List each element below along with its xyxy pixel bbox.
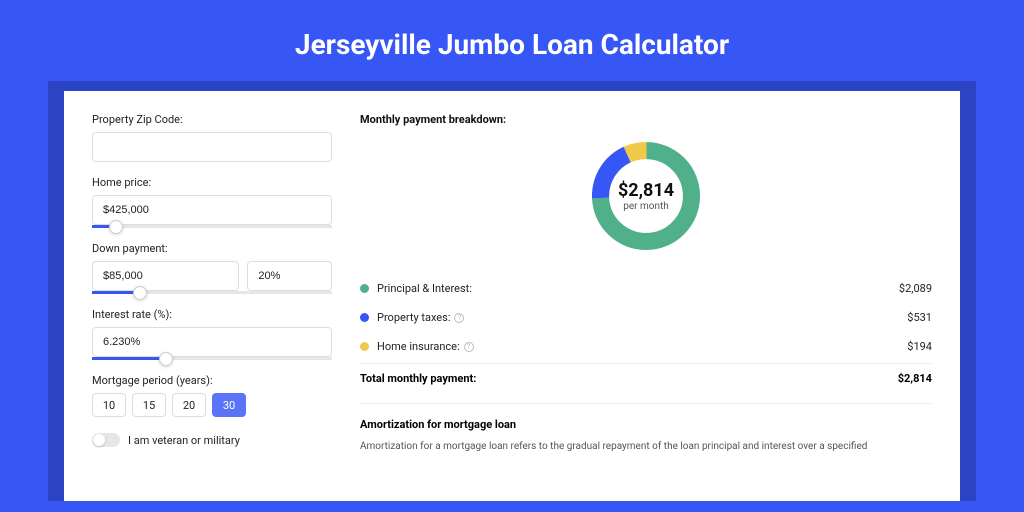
- period-btn-20[interactable]: 20: [172, 393, 206, 417]
- donut-center: $2,814 per month: [618, 180, 674, 212]
- donut-amount: $2,814: [618, 180, 674, 201]
- zip-input[interactable]: [92, 132, 332, 162]
- zip-field-group: Property Zip Code:: [92, 113, 332, 162]
- total-row: Total monthly payment: $2,814: [360, 363, 932, 393]
- price-slider[interactable]: [92, 225, 332, 228]
- legend-label-principal: Principal & Interest:: [377, 282, 899, 295]
- veteran-row: I am veteran or military: [92, 433, 332, 447]
- legend-dot-green: [360, 284, 369, 293]
- form-column: Property Zip Code: Home price: Down paym…: [92, 113, 332, 501]
- period-btn-30[interactable]: 30: [212, 393, 246, 417]
- period-btn-10[interactable]: 10: [92, 393, 126, 417]
- down-label: Down payment:: [92, 242, 332, 255]
- donut-chart: $2,814 per month: [360, 136, 932, 256]
- down-slider-thumb[interactable]: [133, 286, 147, 300]
- legend-label-taxes: Property taxes: ?: [377, 311, 907, 324]
- price-slider-thumb[interactable]: [109, 220, 123, 234]
- rate-input[interactable]: [92, 327, 332, 357]
- legend-row-taxes: Property taxes: ? $531: [360, 303, 932, 332]
- rate-slider-fill: [92, 357, 166, 360]
- down-amount-input[interactable]: [92, 261, 239, 291]
- calculator-card: Property Zip Code: Home price: Down paym…: [64, 91, 960, 501]
- period-btn-15[interactable]: 15: [132, 393, 166, 417]
- veteran-label: I am veteran or military: [128, 434, 240, 447]
- amort-title: Amortization for mortgage loan: [360, 418, 932, 431]
- rate-field-group: Interest rate (%):: [92, 308, 332, 360]
- page-title: Jerseyville Jumbo Loan Calculator: [0, 0, 1024, 81]
- info-icon[interactable]: ?: [464, 342, 474, 352]
- amortization-section: Amortization for mortgage loan Amortizat…: [360, 403, 932, 454]
- breakdown-title: Monthly payment breakdown:: [360, 113, 932, 126]
- legend-label-taxes-text: Property taxes:: [377, 311, 450, 324]
- rate-label: Interest rate (%):: [92, 308, 332, 321]
- down-field-group: Down payment:: [92, 242, 332, 294]
- rate-slider[interactable]: [92, 357, 332, 360]
- amort-text: Amortization for a mortgage loan refers …: [360, 439, 932, 454]
- zip-label: Property Zip Code:: [92, 113, 332, 126]
- backdrop-strip: Property Zip Code: Home price: Down paym…: [48, 81, 976, 501]
- price-field-group: Home price:: [92, 176, 332, 228]
- legend-dot-yellow: [360, 342, 369, 351]
- legend-value-taxes: $531: [907, 311, 932, 324]
- info-icon[interactable]: ?: [454, 313, 464, 323]
- price-label: Home price:: [92, 176, 332, 189]
- period-field-group: Mortgage period (years): 10 15 20 30: [92, 374, 332, 417]
- legend-label-insurance: Home insurance: ?: [377, 340, 907, 353]
- donut-sub: per month: [618, 201, 674, 212]
- legend-row-principal: Principal & Interest: $2,089: [360, 274, 932, 303]
- legend-dot-blue: [360, 313, 369, 322]
- breakdown-column: Monthly payment breakdown: $2,814 per mo…: [360, 113, 932, 501]
- legend-row-insurance: Home insurance: ? $194: [360, 332, 932, 361]
- legend-label-insurance-text: Home insurance:: [377, 340, 460, 353]
- legend-value-principal: $2,089: [899, 282, 932, 295]
- period-options: 10 15 20 30: [92, 393, 332, 417]
- rate-slider-thumb[interactable]: [159, 352, 173, 366]
- period-label: Mortgage period (years):: [92, 374, 332, 387]
- total-value: $2,814: [898, 372, 932, 385]
- total-label: Total monthly payment:: [360, 372, 898, 385]
- price-input[interactable]: [92, 195, 332, 225]
- down-slider[interactable]: [92, 291, 332, 294]
- legend-value-insurance: $194: [907, 340, 932, 353]
- down-percent-input[interactable]: [247, 261, 332, 291]
- veteran-toggle[interactable]: [92, 433, 120, 447]
